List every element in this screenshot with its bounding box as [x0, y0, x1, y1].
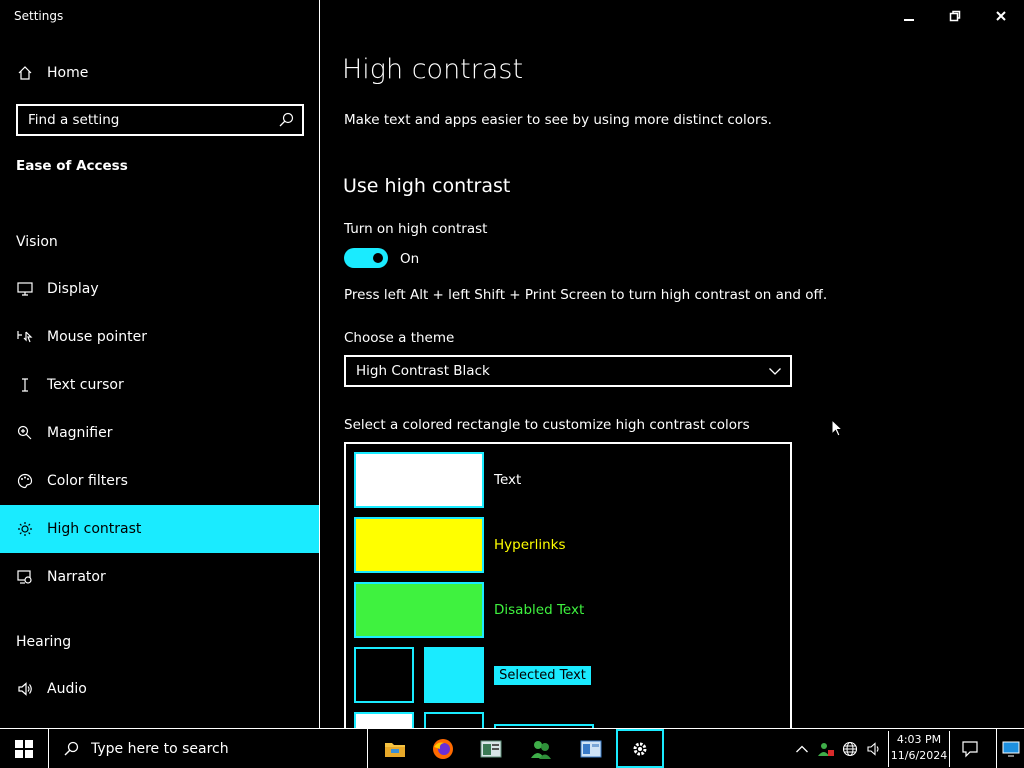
app-title: Settings [14, 9, 64, 23]
tray-app-button[interactable] [814, 729, 838, 768]
disabled-text-color-swatch[interactable] [354, 582, 484, 638]
high-contrast-toggle[interactable] [344, 248, 388, 268]
sidebar-item-label: Magnifier [47, 425, 113, 441]
app-button-2[interactable] [517, 729, 565, 768]
app-button-1[interactable] [467, 729, 515, 768]
settings-app-button[interactable] [616, 729, 664, 768]
category-title: Ease of Access [16, 158, 128, 174]
text-color-label: Text [494, 472, 522, 488]
theme-label: Choose a theme [344, 330, 455, 346]
minimize-icon [904, 19, 914, 21]
restore-button[interactable] [932, 0, 978, 32]
toggle-label: Turn on high contrast [344, 221, 488, 237]
selected-text-background-swatch[interactable] [424, 647, 484, 703]
text-color-swatch[interactable] [354, 452, 484, 508]
minimize-button[interactable] [886, 0, 932, 32]
search-icon[interactable] [278, 112, 294, 132]
firefox-button[interactable] [419, 729, 467, 768]
volume-button[interactable] [862, 729, 886, 768]
sidebar-item-label: Color filters [47, 473, 128, 489]
gear-icon [633, 742, 647, 755]
speaker-icon [867, 741, 879, 756]
sidebar-item-label: High contrast [47, 521, 142, 537]
magnifier-icon [16, 425, 34, 441]
sidebar: Settings Home Ease of Access Vision Disp… [0, 0, 320, 728]
home-icon [16, 65, 34, 81]
narrator-icon [16, 569, 34, 585]
shortcut-text: Press left Alt + left Shift + Print Scre… [344, 287, 828, 303]
firefox-icon [433, 738, 453, 759]
sidebar-item-home[interactable]: Home [0, 49, 319, 97]
tray-users-icon [818, 742, 834, 756]
taskbar-search-input[interactable] [89, 739, 353, 758]
selected-text-label: Selected Text [494, 666, 591, 685]
restore-icon [949, 10, 961, 22]
toggle-state: On [400, 251, 420, 267]
show-hidden-icons-button[interactable] [790, 729, 814, 768]
sidebar-item-narrator[interactable]: Narrator [0, 553, 319, 601]
clock-date: 11/6/2024 [890, 749, 948, 762]
color-customization-panel: Text Hyperlinks Disabled Text Selected T… [344, 442, 792, 742]
sidebar-item-label: Display [47, 281, 99, 297]
start-button[interactable] [0, 729, 48, 768]
notification-icon [962, 740, 978, 757]
text-cursor-icon [16, 377, 34, 393]
taskbar-clock[interactable]: 4:03 PM 11/6/2024 [888, 731, 950, 767]
file-explorer-button[interactable] [371, 729, 419, 768]
mouse-cursor-icon [831, 419, 843, 437]
toggle-knob [373, 253, 383, 263]
theme-dropdown[interactable]: High Contrast Black [344, 355, 792, 387]
desktop-icon [1002, 741, 1019, 756]
monitor-icon [16, 282, 34, 296]
find-setting-search[interactable] [16, 104, 304, 136]
sidebar-item-label: Text cursor [47, 377, 124, 393]
show-desktop-button[interactable] [996, 729, 1024, 768]
hyperlinks-color-swatch[interactable] [354, 517, 484, 573]
sidebar-item-label: Narrator [47, 569, 106, 585]
vision-header: Vision [16, 234, 58, 250]
page-description: Make text and apps easier to see by usin… [344, 112, 772, 128]
sidebar-item-label: Home [47, 65, 89, 81]
search-icon [64, 741, 79, 755]
disabled-text-color-label: Disabled Text [494, 602, 585, 618]
taskbar: 4:03 PM 11/6/2024 [0, 728, 1024, 768]
control-panel-icon [580, 740, 602, 757]
close-button[interactable] [978, 0, 1024, 32]
hearing-header: Hearing [16, 634, 72, 650]
clock-time: 4:03 PM [896, 733, 942, 746]
windows-logo-icon [15, 739, 33, 758]
network-button[interactable] [838, 729, 862, 768]
users-app-icon [531, 740, 551, 759]
search-input[interactable] [18, 106, 268, 134]
colors-label: Select a colored rectangle to customize … [344, 417, 750, 433]
close-icon [996, 11, 1006, 21]
sidebar-item-magnifier[interactable]: Magnifier [0, 409, 319, 457]
chevron-up-icon [796, 745, 808, 752]
chevron-down-icon [768, 364, 782, 382]
selected-text-foreground-swatch[interactable] [354, 647, 414, 703]
sidebar-item-label: Mouse pointer [47, 329, 147, 345]
folder-icon [385, 742, 405, 757]
action-center-button[interactable] [950, 729, 990, 768]
window-app-icon [480, 740, 502, 757]
taskbar-search[interactable] [48, 729, 368, 768]
network-globe-icon [842, 741, 858, 756]
sidebar-item-audio[interactable]: Audio [0, 665, 319, 713]
section-title: Use high contrast [343, 175, 511, 197]
page-title: High contrast [342, 54, 524, 85]
sidebar-item-high-contrast[interactable]: High contrast [0, 505, 319, 553]
sidebar-item-color-filters[interactable]: Color filters [0, 457, 319, 505]
sidebar-item-mouse-pointer[interactable]: Mouse pointer [0, 313, 319, 361]
theme-dropdown-value: High Contrast Black [356, 363, 490, 379]
palette-icon [16, 473, 34, 489]
hyperlinks-color-label: Hyperlinks [494, 537, 566, 553]
mouse-pointer-icon [16, 329, 34, 345]
sidebar-item-label: Audio [47, 681, 87, 697]
sun-icon [16, 521, 34, 537]
sidebar-item-text-cursor[interactable]: Text cursor [0, 361, 319, 409]
speaker-icon [16, 681, 34, 697]
app-button-3[interactable] [567, 729, 615, 768]
sidebar-item-display[interactable]: Display [0, 265, 319, 313]
